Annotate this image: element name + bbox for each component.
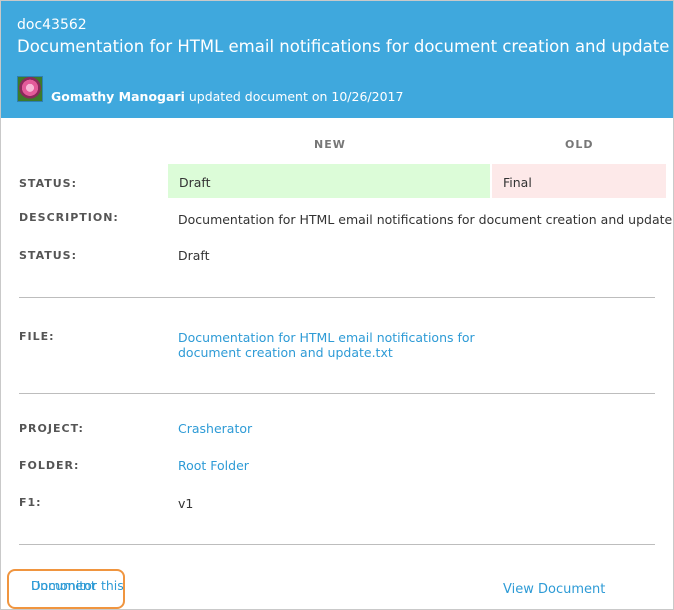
- unmonitor-document-link[interactable]: Unmonitor this Document: [7, 569, 125, 609]
- document-title: Documentation for HTML email notificatio…: [17, 37, 670, 56]
- project-link[interactable]: Crasherator: [178, 421, 252, 436]
- unmonitor-link-text: Unmonitor this Document: [20, 574, 130, 593]
- status-label: STATUS:: [19, 249, 77, 262]
- notification-card: doc43562 Documentation for HTML email no…: [0, 0, 674, 610]
- file-link[interactable]: Documentation for HTML email notificatio…: [178, 330, 475, 360]
- divider: [19, 297, 655, 298]
- status-new-value: Draft: [179, 175, 211, 190]
- status-new-cell: Draft: [168, 164, 490, 198]
- unmonitor-line2: Document: [31, 578, 96, 593]
- folder-label: FOLDER:: [19, 459, 80, 472]
- file-link-line1: Documentation for HTML email notificatio…: [178, 330, 475, 345]
- project-label: PROJECT:: [19, 422, 84, 435]
- notification-header: doc43562 Documentation for HTML email no…: [1, 1, 673, 118]
- avatar: [17, 76, 43, 102]
- f1-label: F1:: [19, 496, 42, 509]
- status-value: Draft: [178, 248, 210, 263]
- update-info: Gomathy Manogari updated document on 10/…: [51, 89, 403, 104]
- status-old-cell: Final: [492, 164, 666, 198]
- author-name: Gomathy Manogari: [51, 89, 185, 104]
- divider: [19, 393, 655, 394]
- folder-link[interactable]: Root Folder: [178, 458, 249, 473]
- file-label: FILE:: [19, 330, 55, 343]
- divider: [19, 544, 655, 545]
- status-change-label: STATUS:: [19, 177, 77, 190]
- column-header-new: NEW: [314, 138, 346, 151]
- status-old-value: Final: [503, 175, 532, 190]
- update-action: updated document on 10/26/2017: [188, 89, 404, 104]
- description-value: Documentation for HTML email notificatio…: [178, 212, 673, 227]
- document-id: doc43562: [17, 17, 87, 33]
- file-link-line2: document creation and update.txt: [178, 345, 393, 360]
- description-label: DESCRIPTION:: [19, 211, 119, 224]
- f1-value: v1: [178, 496, 194, 511]
- column-header-old: OLD: [565, 138, 594, 151]
- view-document-link[interactable]: View Document: [503, 582, 605, 597]
